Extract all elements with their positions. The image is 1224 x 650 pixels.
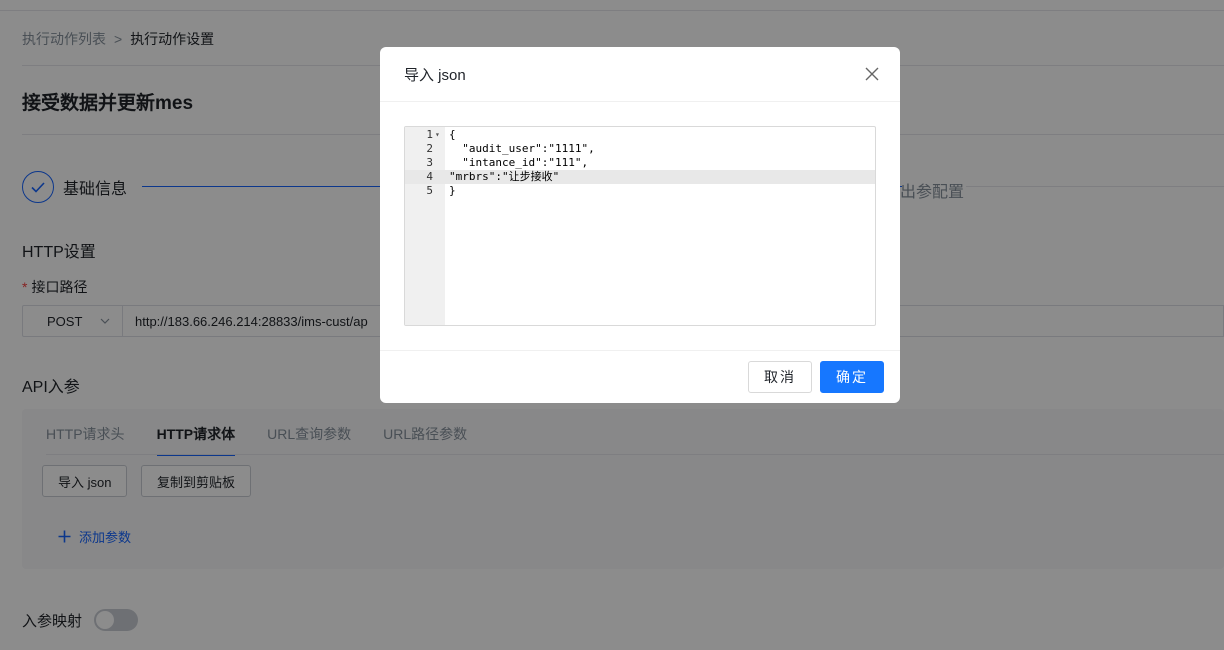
fold-arrow-icon[interactable]: ▾ — [435, 128, 440, 142]
json-editor[interactable]: 1 ▾ { 2 "audit_user":"1111", 3 "intance_… — [404, 126, 876, 326]
code-text: "intance_id":"111", — [449, 156, 589, 169]
editor-line: 2 "audit_user":"1111", — [405, 142, 875, 156]
line-number: 2 — [426, 142, 433, 155]
line-number: 3 — [426, 156, 433, 169]
import-json-dialog: 导入 json 1 ▾ { 2 "audit_user":"1111", 3 "… — [380, 47, 900, 403]
editor-line: 1 ▾ { — [405, 128, 875, 142]
dialog-footer: 取消 确定 — [380, 350, 900, 403]
line-number: 1 — [426, 128, 433, 141]
code-text: "audit_user":"1111", — [449, 142, 595, 155]
editor-line: 5 } — [405, 184, 875, 198]
editor-line: 3 "intance_id":"111", — [405, 156, 875, 170]
code-text: } — [449, 184, 456, 197]
code-text: "mrbrs":"让步接收" — [449, 170, 560, 183]
cancel-button[interactable]: 取消 — [748, 361, 812, 393]
dialog-header: 导入 json — [380, 47, 900, 102]
code-text: { — [449, 128, 456, 141]
dialog-title: 导入 json — [404, 66, 466, 84]
line-number: 5 — [426, 184, 433, 197]
dialog-body: 1 ▾ { 2 "audit_user":"1111", 3 "intance_… — [380, 102, 900, 350]
confirm-button[interactable]: 确定 — [820, 361, 884, 393]
line-number: 4 — [426, 170, 433, 183]
close-icon[interactable] — [864, 66, 880, 82]
editor-line-active: 4 "mrbrs":"让步接收" — [405, 170, 875, 184]
